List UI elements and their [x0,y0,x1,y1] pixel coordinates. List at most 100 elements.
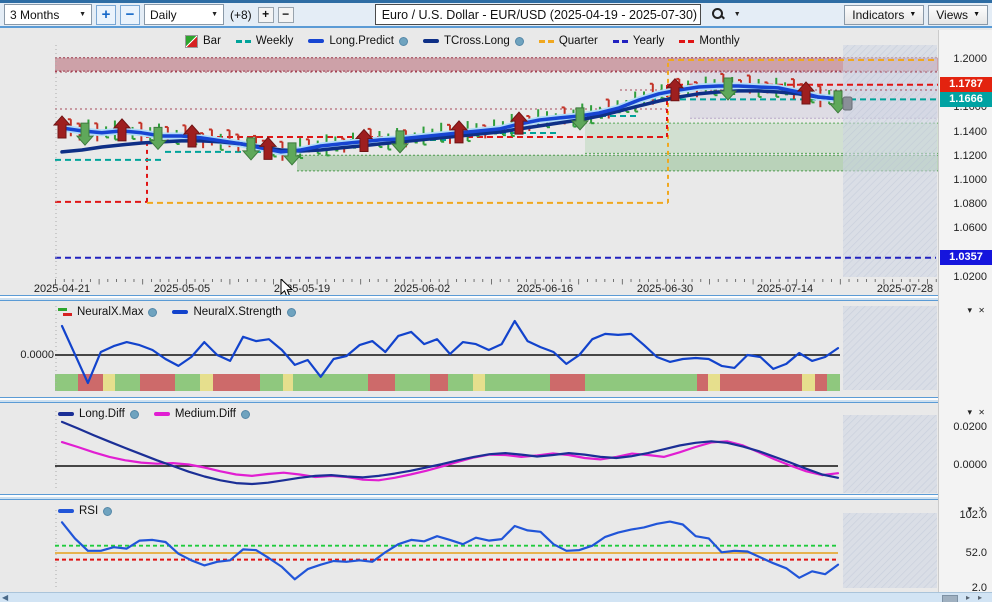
long-diff-line [62,422,838,484]
main-chart-legend: Bar Weekly Long.Predict TCross.Long Quarter Y… [185,34,740,48]
neuralx-max-icon [58,307,72,317]
close-diff-button[interactable]: ✕ [978,408,985,417]
legend-item-rsi[interactable]: RSI [58,505,112,517]
diff-zero-label: 0.0000 [941,459,987,471]
info-icon[interactable] [130,410,139,419]
symbol-search-input[interactable]: Euro / U.S. Dollar - EUR/USD (2025-04-19… [375,4,701,25]
diff-upper-label: 0.0200 [941,421,987,433]
price-axis-label: 1.1000 [941,174,987,186]
price-axis: 1.20001.16001.14001.12001.10001.08001.06… [938,30,992,592]
legend-item-neuralx-max[interactable]: NeuralX.Max [58,306,157,318]
views-button[interactable]: Views▼ [928,5,988,25]
neuralx-max-block [395,374,430,391]
chevron-down-icon: ▼ [909,11,916,18]
zoom-in-button[interactable]: + [96,5,116,25]
scroll-left-button[interactable]: ◀ [2,593,8,602]
legend-item-yearly[interactable]: Yearly [613,35,665,47]
price-axis-label: 1.2000 [941,53,987,65]
info-icon[interactable] [241,410,250,419]
legend-item-quarter[interactable]: Quarter [539,35,598,47]
remove-bars-button[interactable]: − [278,7,294,23]
scroll-right-edge-button[interactable]: ▸ [978,593,982,602]
collapse-rsi-button[interactable]: ▾ [967,505,972,514]
neuralx-max-block [430,374,448,391]
scroll-right-button[interactable]: ▸ [966,593,970,602]
time-axis-label: 2025-04-21 [20,283,104,295]
toolbar: 3 Months▼ + − Daily▼ (+8) + − Euro / U.S… [0,3,992,28]
info-icon[interactable] [287,308,296,317]
search-icon[interactable] [711,7,726,22]
legend-item-long-predict[interactable]: Long.Predict [308,35,408,47]
charting-app-window: 3 Months▼ + − Daily▼ (+8) + − Euro / U.S… [0,0,992,602]
legend-label: Long.Predict [329,35,394,47]
neuralx-max-block [115,374,140,391]
main-chart-panel: Bar Weekly Long.Predict TCross.Long Quarter Y… [0,30,938,295]
time-axis-label: 2025-07-14 [743,283,827,295]
diff-panel: Long.Diff Medium.Diff [0,403,938,494]
legend-item-medium-diff[interactable]: Medium.Diff [154,408,250,420]
line-sample-icon [58,509,74,513]
search-dropdown-arrow-icon[interactable]: ▼ [734,11,741,18]
indicators-button[interactable]: Indicators▼ [844,5,924,25]
price-axis-label: 1.0800 [941,198,987,210]
neuralx-max-block [283,374,293,391]
horizontal-scrollbar[interactable]: ◀ ▸ ▸ [0,592,992,602]
add-bars-button[interactable]: + [258,7,274,23]
price-axis-label: 1.0200 [941,271,987,283]
info-icon[interactable] [515,37,524,46]
neuralx-max-block [802,374,815,391]
price-tag-1.0357: 1.0357 [940,250,992,265]
neuralx-max-block [697,374,708,391]
collapse-neuralx-button[interactable]: ▾ [967,306,972,315]
legend-label: Medium.Diff [175,408,236,420]
legend-item-tcross-long[interactable]: TCross.Long [423,35,524,47]
legend-label: Monthly [699,35,739,47]
zoom-out-button[interactable]: − [120,5,140,25]
chevron-down-icon: ▼ [211,11,218,18]
neuralx-max-block [200,374,213,391]
main-chart-plot[interactable] [0,30,938,295]
neuralx-max-block [103,374,115,391]
legend-item-long-diff[interactable]: Long.Diff [58,408,139,420]
price-band [297,155,938,171]
neuralx-max-block [213,374,260,391]
neuralx-max-block [827,374,840,391]
price-axis-label: 1.1400 [941,126,987,138]
medium-diff-line [62,441,838,480]
legend-label: TCross.Long [444,35,510,47]
neuralx-max-block [473,374,485,391]
legend-item-monthly[interactable]: Monthly [679,35,739,47]
legend-item-bar[interactable]: Bar [185,35,221,48]
neuralx-max-block [140,374,175,391]
close-rsi-button[interactable]: ✕ [978,505,985,514]
legend-item-neuralx-strength[interactable]: NeuralX.Strength [172,306,295,318]
price-pin-handle[interactable] [843,97,852,110]
info-icon[interactable] [148,308,157,317]
neuralx-max-block [368,374,395,391]
rsi-mid-label: 52.0 [941,547,987,559]
neuralx-max-block [175,374,200,391]
range-select[interactable]: 3 Months▼ [4,4,92,25]
collapse-diff-button[interactable]: ▾ [967,408,972,417]
rsi-panel: RSI [0,500,938,592]
interval-select[interactable]: Daily▼ [144,4,224,25]
chevron-down-icon: ▼ [973,11,980,18]
info-icon[interactable] [399,37,408,46]
legend-label: Weekly [256,35,294,47]
line-sample-icon [613,40,628,43]
line-sample-icon [154,412,170,416]
scroll-thumb[interactable] [942,595,958,602]
neuralx-max-block [485,374,550,391]
price-tag-1.1666: 1.1666 [940,92,992,107]
neuralx-panel: NeuralX.MaxNeuralX.Strength 0.0000 [0,301,938,397]
neuralx-max-block [293,374,368,391]
close-neuralx-button[interactable]: ✕ [978,306,985,315]
rsi-line [62,522,838,580]
price-band [55,58,938,71]
price-tag-1.1787: 1.1787 [940,77,992,92]
info-icon[interactable] [103,507,112,516]
rsi-plot[interactable] [0,500,938,592]
legend-label: Yearly [633,35,665,47]
legend-item-weekly[interactable]: Weekly [236,35,294,47]
neuralx-max-block [585,374,697,391]
